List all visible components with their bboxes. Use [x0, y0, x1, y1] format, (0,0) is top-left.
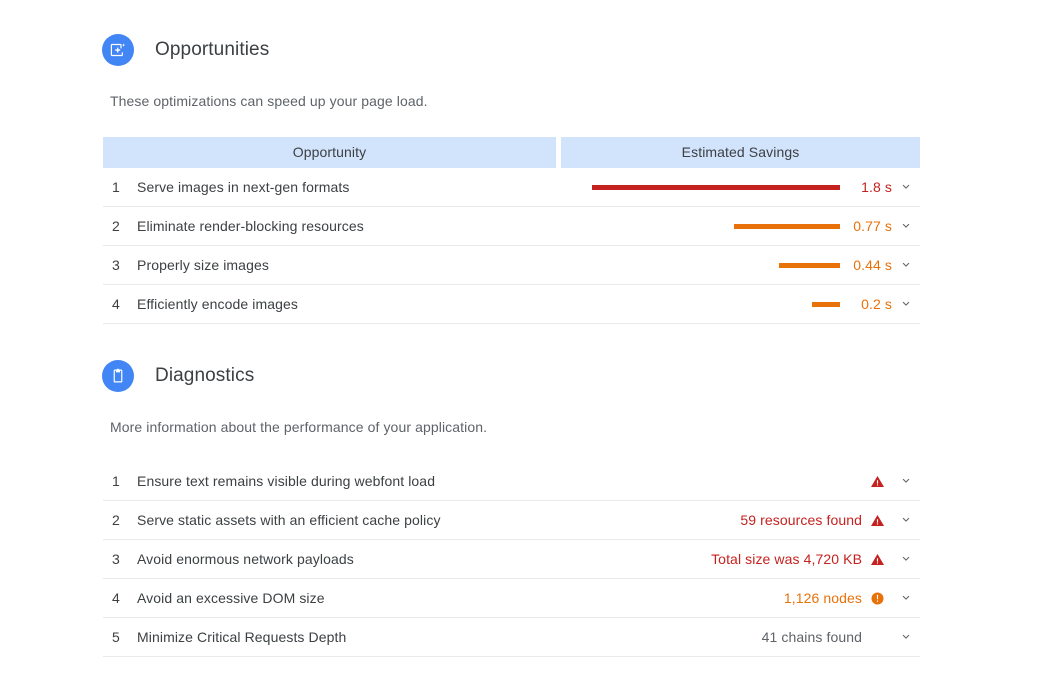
column-header-opportunity: Opportunity: [103, 137, 556, 168]
table-row[interactable]: 3 Properly size images 0.44 s: [103, 246, 920, 285]
chevron-down-icon[interactable]: [892, 552, 920, 566]
savings-bar: [592, 184, 840, 190]
warning-circle-icon: [862, 591, 892, 606]
savings-bar-track: [585, 262, 840, 268]
chevron-down-icon[interactable]: [892, 219, 920, 233]
opportunities-description: These optimizations can speed up your pa…: [110, 93, 428, 109]
table-row[interactable]: 3 Avoid enormous network payloads Total si…: [103, 540, 920, 579]
diagnostics-row-list: 1 Ensure text remains visible during webf…: [103, 462, 920, 657]
savings-value: 0.44 s: [853, 257, 892, 273]
row-index: 2: [112, 512, 120, 528]
diagnostic-label[interactable]: Avoid an excessive DOM size: [137, 590, 554, 606]
table-row[interactable]: 2 Serve static assets with an efficient c…: [103, 501, 920, 540]
column-header-estimated-savings: Estimated Savings: [561, 137, 920, 168]
chevron-down-icon[interactable]: [892, 474, 920, 488]
chevron-down-icon[interactable]: [892, 591, 920, 605]
lighthouse-report-page: Opportunities These optimizations can sp…: [0, 0, 1052, 674]
savings-value: 0.2 s: [861, 296, 892, 312]
diagnostic-value: 1,126 nodes: [783, 590, 862, 606]
savings-value: 1.8 s: [861, 179, 892, 195]
diagnostic-label[interactable]: Ensure text remains visible during webfo…: [137, 473, 649, 489]
warning-triangle-icon: [862, 474, 892, 489]
chevron-down-icon[interactable]: [892, 513, 920, 527]
savings-bar: [734, 223, 840, 229]
opportunities-table-header: Opportunity Estimated Savings: [103, 137, 920, 168]
chevron-down-icon[interactable]: [892, 180, 920, 194]
chevron-down-icon[interactable]: [892, 258, 920, 272]
table-row[interactable]: 5 Minimize Critical Requests Depth 41 chai…: [103, 618, 920, 657]
table-row[interactable]: 2 Eliminate render-blocking resources 0.77…: [103, 207, 920, 246]
warning-triangle-icon: [862, 552, 892, 567]
diagnostics-title: Diagnostics: [155, 365, 255, 386]
opportunity-label[interactable]: Efficiently encode images: [137, 296, 585, 312]
opportunities-section-header: Opportunities: [102, 34, 269, 66]
diagnostics-section-header: Diagnostics: [102, 360, 254, 392]
row-index: 4: [112, 296, 120, 312]
table-row[interactable]: 1 Ensure text remains visible during webf…: [103, 462, 920, 501]
savings-bar-track: [585, 184, 840, 190]
diagnostic-label[interactable]: Minimize Critical Requests Depth: [137, 629, 554, 645]
warning-triangle-icon: [862, 513, 892, 528]
opportunities-row-list: 1 Serve images in next-gen formats 1.8 s 2 E…: [103, 168, 920, 324]
diagnostic-label[interactable]: Avoid enormous network payloads: [137, 551, 532, 567]
diagnostic-value: 41 chains found: [761, 629, 862, 645]
opportunity-label[interactable]: Serve images in next-gen formats: [137, 179, 585, 195]
chevron-down-icon[interactable]: [892, 297, 920, 311]
clipboard-icon: [102, 360, 134, 392]
savings-bar: [779, 262, 840, 268]
row-index: 1: [112, 179, 120, 195]
diagnostic-value: 59 resources found: [740, 512, 862, 528]
savings-bar-track: [585, 223, 840, 229]
diagnostics-table: 1 Ensure text remains visible during webf…: [103, 462, 920, 657]
diagnostics-description: More information about the performance o…: [110, 419, 488, 435]
row-index: 1: [112, 473, 120, 489]
image-plus-icon: [102, 34, 134, 66]
row-index: 3: [112, 257, 120, 273]
diagnostic-value: Total size was 4,720 KB: [711, 551, 863, 567]
opportunities-table: Opportunity Estimated Savings 1 Serve ima…: [103, 137, 920, 324]
table-row[interactable]: 1 Serve images in next-gen formats 1.8 s: [103, 168, 920, 207]
chevron-down-icon[interactable]: [892, 630, 920, 644]
table-row[interactable]: 4 Efficiently encode images 0.2 s: [103, 285, 920, 324]
savings-value: 0.77 s: [853, 218, 892, 234]
row-index: 2: [112, 218, 120, 234]
row-index: 3: [112, 551, 120, 567]
opportunity-label[interactable]: Eliminate render-blocking resources: [137, 218, 585, 234]
opportunity-label[interactable]: Properly size images: [137, 257, 585, 273]
opportunities-title: Opportunities: [155, 39, 270, 60]
row-index: 5: [112, 629, 120, 645]
row-index: 4: [112, 590, 120, 606]
savings-bar: [812, 301, 840, 307]
table-row[interactable]: 4 Avoid an excessive DOM size 1,126 nodes: [103, 579, 920, 618]
savings-bar-track: [585, 301, 840, 307]
diagnostic-label[interactable]: Serve static assets with an efficient ca…: [137, 512, 590, 528]
